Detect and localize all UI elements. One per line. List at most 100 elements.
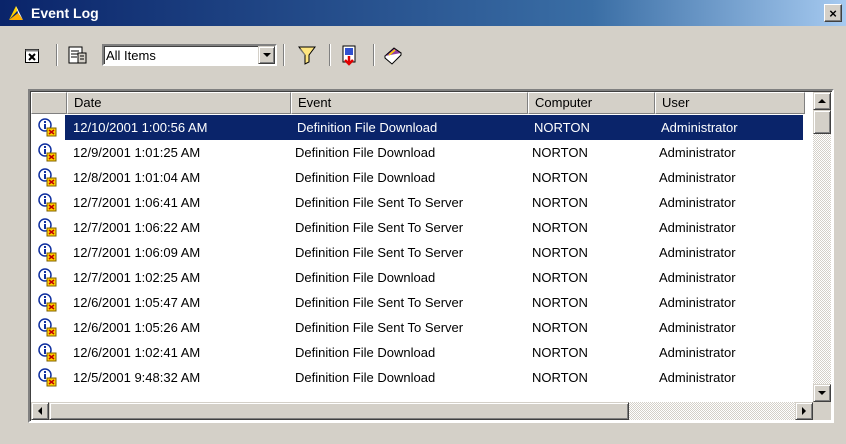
- row-date: 12/6/2001 1:05:26 AM: [73, 320, 201, 335]
- info-event-icon: [31, 190, 65, 215]
- info-event-icon: [31, 240, 65, 265]
- row-date: 12/7/2001 1:06:22 AM: [73, 220, 201, 235]
- column-computer-header[interactable]: Computer: [528, 92, 655, 114]
- chevron-down-icon: [262, 53, 271, 57]
- column-date-header[interactable]: Date: [67, 92, 291, 114]
- row-user: Administrator: [659, 145, 736, 160]
- row-event: Definition File Sent To Server: [295, 295, 464, 310]
- filter-icon: [296, 44, 318, 69]
- row-computer: NORTON: [532, 270, 588, 285]
- row-event: Definition File Sent To Server: [295, 320, 464, 335]
- scroll-left-button[interactable]: [31, 402, 49, 420]
- delete-log-button[interactable]: [20, 45, 44, 69]
- row-date: 12/6/2001 1:02:41 AM: [73, 345, 201, 360]
- row-event: Definition File Sent To Server: [295, 245, 464, 260]
- arrow-down-icon: [818, 391, 826, 395]
- row-user: Administrator: [659, 195, 736, 210]
- scroll-corner: [813, 402, 831, 420]
- properties-icon: [67, 44, 89, 69]
- row-date: 12/5/2001 9:48:32 AM: [73, 370, 201, 385]
- row-date: 12/8/2001 1:01:04 AM: [73, 170, 201, 185]
- row-computer: NORTON: [526, 115, 653, 140]
- row-event: Definition File Download: [295, 145, 436, 160]
- row-computer: NORTON: [532, 195, 588, 210]
- row-computer: NORTON: [532, 320, 588, 335]
- table-row[interactable]: 12/7/2001 1:02:25 AM Definition File Down…: [31, 265, 811, 290]
- book-icon: [382, 44, 404, 69]
- row-user: Administrator: [659, 320, 736, 335]
- table-row[interactable]: 12/10/2001 1:00:56 AM Definition File Dow…: [31, 115, 811, 140]
- app-logo-icon: [6, 3, 26, 23]
- filter-value: All Items: [106, 48, 156, 63]
- table-row[interactable]: 12/7/2001 1:06:09 AM Definition File Sent…: [31, 240, 811, 265]
- window-title: Event Log: [31, 5, 99, 21]
- arrow-right-icon: [802, 407, 806, 415]
- table-row[interactable]: 12/9/2001 1:01:25 AM Definition File Down…: [31, 140, 811, 165]
- row-computer: NORTON: [532, 145, 588, 160]
- vertical-scrollbar[interactable]: [813, 92, 831, 402]
- row-computer: NORTON: [532, 295, 588, 310]
- row-user: Administrator: [659, 220, 736, 235]
- arrow-left-icon: [38, 407, 42, 415]
- toolbar-separator: [283, 44, 285, 66]
- column-icon-header[interactable]: [31, 92, 67, 114]
- column-user-header[interactable]: User: [655, 92, 805, 114]
- row-event: Definition File Download: [295, 370, 436, 385]
- row-date: 12/6/2001 1:05:47 AM: [73, 295, 201, 310]
- row-user: Administrator: [659, 170, 736, 185]
- filter-button[interactable]: [295, 44, 319, 68]
- table-row[interactable]: 12/7/2001 1:06:41 AM Definition File Sent…: [31, 190, 811, 215]
- row-date: 12/7/2001 1:06:41 AM: [73, 195, 201, 210]
- row-computer: NORTON: [532, 370, 588, 385]
- row-user: Administrator: [653, 115, 803, 140]
- scroll-right-button[interactable]: [795, 402, 813, 420]
- info-event-icon: [31, 315, 65, 340]
- table-row[interactable]: 12/6/2001 1:05:47 AM Definition File Sent…: [31, 290, 811, 315]
- row-event: Definition File Sent To Server: [295, 220, 464, 235]
- table-row[interactable]: 12/6/2001 1:02:41 AM Definition File Down…: [31, 340, 811, 365]
- row-event: Definition File Sent To Server: [295, 195, 464, 210]
- properties-button[interactable]: [66, 44, 90, 68]
- save-icon: [339, 44, 361, 69]
- event-rows: 12/10/2001 1:00:56 AM Definition File Dow…: [31, 115, 811, 390]
- table-row[interactable]: 12/6/2001 1:05:26 AM Definition File Sent…: [31, 315, 811, 340]
- scroll-down-button[interactable]: [813, 384, 831, 402]
- horizontal-scroll-thumb[interactable]: [49, 402, 629, 420]
- filter-dropdown[interactable]: All Items: [102, 44, 277, 66]
- close-button[interactable]: ×: [824, 4, 842, 22]
- row-event: Definition File Download: [289, 115, 526, 140]
- dropdown-arrow-button[interactable]: [258, 46, 275, 64]
- column-event-header[interactable]: Event: [291, 92, 528, 114]
- delete-icon: [24, 48, 40, 67]
- row-computer: NORTON: [532, 170, 588, 185]
- info-event-icon: [31, 115, 65, 140]
- table-row[interactable]: 12/5/2001 9:48:32 AM Definition File Down…: [31, 365, 811, 390]
- row-date: 12/7/2001 1:06:09 AM: [73, 245, 201, 260]
- row-date: 12/10/2001 1:00:56 AM: [65, 115, 289, 140]
- info-event-icon: [31, 365, 65, 390]
- info-event-icon: [31, 290, 65, 315]
- row-event: Definition File Download: [295, 345, 436, 360]
- row-date: 12/7/2001 1:02:25 AM: [73, 270, 201, 285]
- row-user: Administrator: [659, 370, 736, 385]
- vertical-scroll-thumb[interactable]: [813, 110, 831, 134]
- help-button[interactable]: [381, 44, 405, 68]
- info-event-icon: [31, 165, 65, 190]
- row-event: Definition File Download: [295, 170, 436, 185]
- row-user: Administrator: [659, 345, 736, 360]
- horizontal-scrollbar[interactable]: [31, 402, 813, 420]
- table-row[interactable]: 12/8/2001 1:01:04 AM Definition File Down…: [31, 165, 811, 190]
- arrow-up-icon: [818, 99, 826, 103]
- toolbar-separator: [373, 44, 375, 66]
- table-row[interactable]: 12/7/2001 1:06:22 AM Definition File Sent…: [31, 215, 811, 240]
- info-event-icon: [31, 340, 65, 365]
- event-list[interactable]: Date Event Computer User 12/10/2001 1:00…: [28, 89, 834, 423]
- scroll-up-button[interactable]: [813, 92, 831, 110]
- row-computer: NORTON: [532, 345, 588, 360]
- info-event-icon: [31, 215, 65, 240]
- toolbar-separator: [56, 44, 58, 66]
- row-user: Administrator: [659, 245, 736, 260]
- save-button[interactable]: [338, 44, 362, 68]
- row-computer: NORTON: [532, 220, 588, 235]
- row-date: 12/9/2001 1:01:25 AM: [73, 145, 201, 160]
